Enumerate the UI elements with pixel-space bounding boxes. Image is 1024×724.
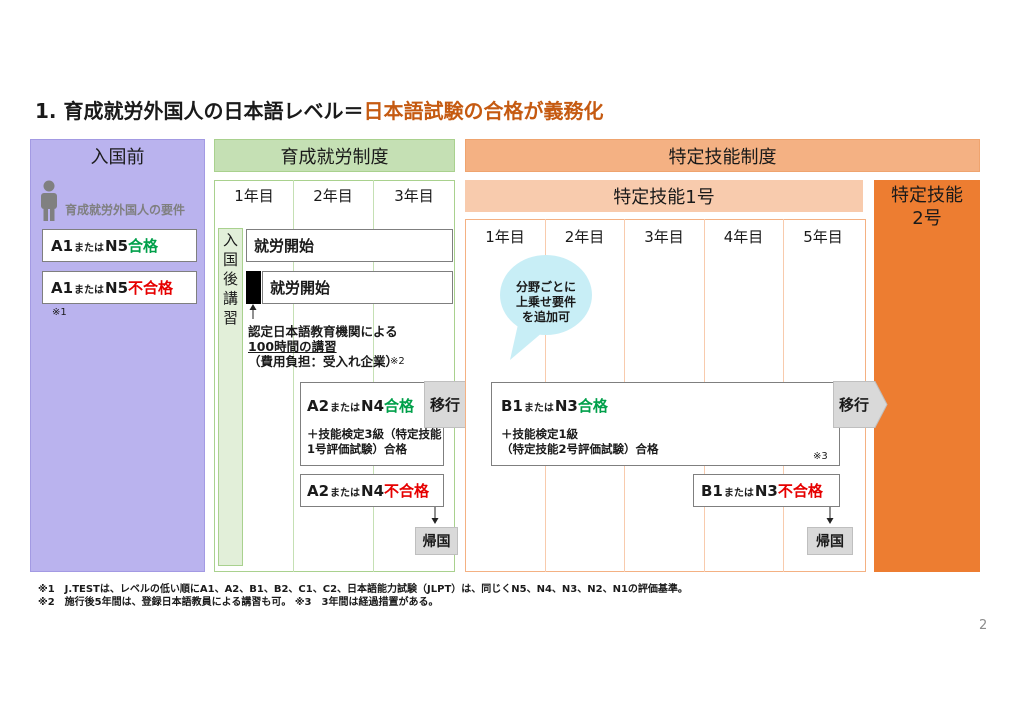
down-arrow-icon — [431, 507, 439, 524]
ikusei-fail-box: A2 または N4 不合格 — [300, 474, 444, 507]
title-highlight: 日本語試験の合格が義務化 — [363, 99, 604, 123]
return-home-box: 帰国 — [807, 527, 853, 555]
page-number: 2 — [979, 618, 988, 633]
bubble-text: 分野ごとに 上乗せ要件 を追加可 — [500, 280, 592, 325]
result-pass: 合格 — [384, 397, 415, 415]
pre-entry-header: 入国前 — [90, 146, 145, 168]
level-a: A2 — [307, 482, 330, 500]
level-a: B1 — [701, 482, 723, 500]
pass-detail-line: （特定技能2号評価試験）合格 — [501, 442, 659, 456]
level-a: A2 — [307, 397, 330, 415]
result-pass: 合格 — [128, 237, 159, 255]
level-a: A1 — [51, 279, 74, 297]
type2-label-line: 2号 — [912, 208, 942, 229]
level-requirement: A2 または N4 合格 — [307, 395, 414, 416]
level-b: N5 — [105, 279, 129, 297]
tokutei-year-1: 1年目 — [485, 227, 525, 246]
level-b: N3 — [754, 482, 778, 500]
work-start-box: 就労開始 — [262, 271, 453, 304]
level-requirement: B1 または N3 合格 — [501, 395, 608, 416]
connector: または — [330, 488, 361, 499]
tokutei-type2-column — [874, 180, 980, 572]
bubble-line: 分野ごとに — [515, 280, 576, 294]
level-requirement: A2 または N4 不合格 — [307, 480, 429, 501]
training-cost: （費用負担：受入れ企業） — [248, 354, 399, 369]
requirements-label: 育成就労外国人の要件 — [65, 203, 186, 217]
tokutei-fail-box: B1 または N3 不合格 — [693, 474, 840, 507]
tokutei-type2-label: 特定技能 2号 — [874, 184, 980, 230]
result-fail: 不合格 — [384, 482, 430, 500]
level-requirement: A1 または N5 不合格 — [51, 277, 173, 298]
tokutei-year-2: 2年目 — [564, 227, 605, 246]
transition-label: 移行 — [429, 396, 460, 414]
training-note-line: 認定日本語教育機関による — [248, 324, 398, 339]
pass-detail-line: ＋技能検定3級（特定技能 — [307, 427, 442, 441]
bubble-line: を追加可 — [521, 310, 570, 324]
level-requirement: A1 または N5 合格 — [51, 235, 158, 256]
tokutei-year-3: 3年目 — [644, 227, 684, 246]
bubble-line: 上乗せ要件 — [515, 295, 576, 309]
result-fail: 不合格 — [128, 279, 174, 297]
level-b: N4 — [361, 397, 385, 415]
connector: または — [74, 285, 105, 296]
down-arrow-icon — [826, 507, 834, 524]
connector: または — [523, 403, 554, 414]
ikusei-pass-box: A2 または N4 合格 ＋技能検定3級（特定技能 1号評価試験）合格 — [300, 382, 444, 466]
return-home-box: 帰国 — [415, 527, 458, 555]
result-pass: 合格 — [577, 397, 608, 415]
type2-label-line: 特定技能 — [891, 185, 963, 206]
tokutei-header: 特定技能制度 — [465, 139, 980, 172]
connector: または — [330, 403, 361, 414]
level-b: N3 — [554, 397, 578, 415]
pass-detail-line: ＋技能検定1級 — [501, 427, 579, 441]
pass-detail: ＋技能検定3級（特定技能 1号評価試験）合格 — [307, 427, 442, 457]
slide: 1. 育成就労外国人の日本語レベル＝日本語試験の合格が義務化 入国前 育成就労外… — [0, 0, 1024, 724]
page-title: 1. 育成就労外国人の日本語レベル＝日本語試験の合格が義務化 — [35, 95, 603, 124]
level-a: A1 — [51, 237, 74, 255]
level-b: N5 — [105, 237, 129, 255]
training-label: 入国後講習 — [221, 232, 239, 330]
level-requirement: B1 または N3 不合格 — [701, 480, 823, 501]
ikusei-header: 育成就労制度 — [214, 139, 455, 172]
ikusei-year-1: 1年目 — [234, 186, 274, 205]
note-ref-2: ※2 — [390, 356, 405, 367]
ikusei-year-2: 2年目 — [313, 186, 353, 205]
up-arrow-icon — [249, 304, 257, 319]
transition-arrow: 移行 — [833, 381, 888, 428]
footnote-2: ※2 施行後5年間は、登録日本語教員による講習も可。 ※3 3年間は経過措置があ… — [38, 597, 439, 608]
note-ref-3: ※3 — [813, 451, 828, 462]
connector: または — [723, 488, 754, 499]
tokutei-year-5: 5年目 — [803, 227, 843, 246]
pass-detail: ＋技能検定1級 （特定技能2号評価試験）合格 — [501, 427, 659, 457]
tokutei-year-4: 4年目 — [723, 227, 764, 246]
ikusei-year-3: 3年目 — [394, 186, 434, 205]
note-ref-1: ※1 — [52, 307, 67, 318]
level-a: B1 — [501, 397, 523, 415]
person-icon — [41, 180, 57, 221]
footnote-1: ※1 J.TESTは、レベルの低い順にA1、A2、B1、B2、C1、C2、日本語… — [38, 584, 688, 595]
tokutei-pass-box: B1 または N3 合格 ＋技能検定1級 （特定技能2号評価試験）合格 ※3 — [491, 382, 840, 466]
training-note: 認定日本語教育機関による 100時間の講習 （費用負担：受入れ企業） — [248, 324, 398, 369]
transition-label: 移行 — [838, 396, 869, 414]
pre-entry-fail-box: A1 または N5 不合格 — [42, 271, 197, 304]
connector: または — [74, 243, 105, 254]
pre-entry-pass-box: A1 または N5 合格 — [42, 229, 197, 262]
title-prefix: 1. 育成就労外国人の日本語レベル＝ — [35, 99, 364, 123]
level-b: N4 — [361, 482, 385, 500]
training-hours: 100時間の講習 — [248, 339, 337, 354]
work-start-box: 就労開始 — [246, 229, 453, 262]
training-period-block — [246, 271, 261, 304]
pass-detail-line: 1号評価試験）合格 — [307, 442, 408, 456]
tokutei-type1-header: 特定技能1号 — [465, 180, 863, 212]
result-fail: 不合格 — [777, 482, 823, 500]
